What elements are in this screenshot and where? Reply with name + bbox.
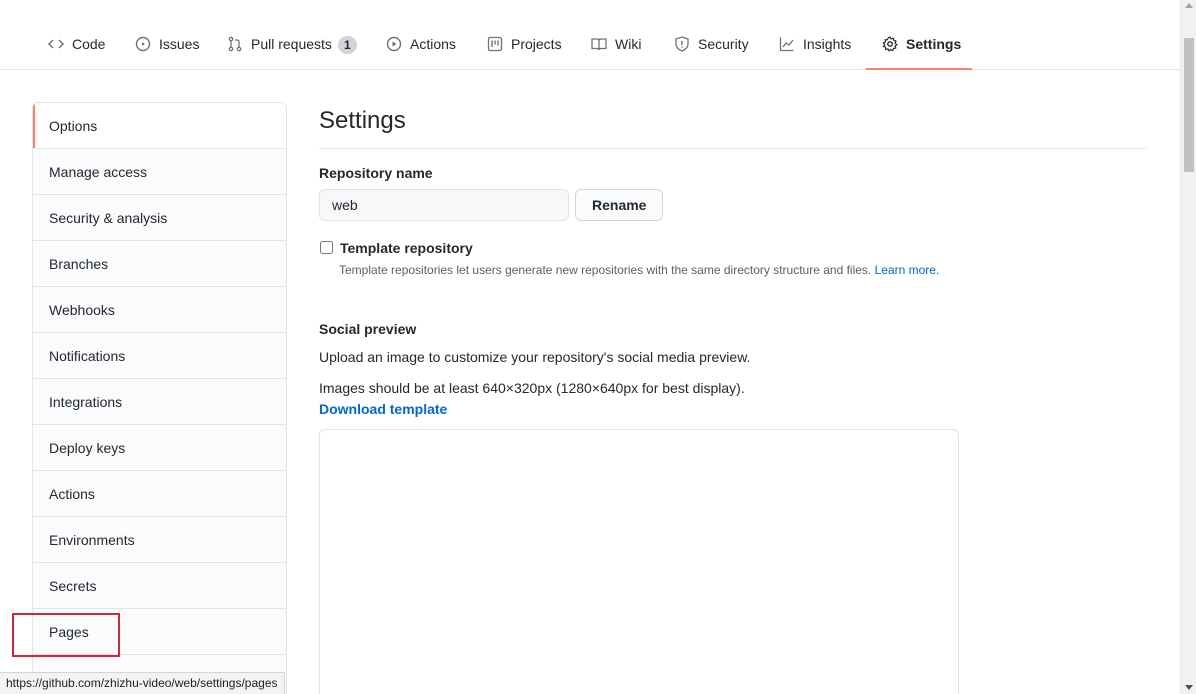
repository-name-label: Repository name xyxy=(319,165,433,181)
code-icon xyxy=(48,36,64,52)
page-title: Settings xyxy=(319,102,1147,149)
template-repository-label: Template repository xyxy=(340,240,473,256)
sidebar-item-environments[interactable]: Environments xyxy=(33,517,286,563)
social-preview-image-box[interactable] xyxy=(319,429,959,694)
tab-label: Pull requests xyxy=(251,36,332,52)
scroll-down-arrow-icon[interactable] xyxy=(1185,685,1193,690)
tab-actions[interactable]: Actions xyxy=(370,24,472,70)
sidebar-item-options[interactable]: Options xyxy=(33,103,286,149)
template-repository-row: Template repository xyxy=(319,239,1147,257)
sidebar-item-notifications[interactable]: Notifications xyxy=(33,333,286,379)
sidebar-item-webhooks[interactable]: Webhooks xyxy=(33,287,286,333)
sidebar-item-deploy-keys[interactable]: Deploy keys xyxy=(33,425,286,471)
tab-wiki[interactable]: Wiki xyxy=(575,24,657,70)
tab-label: Wiki xyxy=(615,36,642,52)
repository-name-row: Rename xyxy=(319,189,1147,221)
sidebar-item-actions[interactable]: Actions xyxy=(33,471,286,517)
scroll-up-arrow-icon[interactable] xyxy=(1185,3,1193,8)
repository-name-input[interactable] xyxy=(319,189,569,221)
tab-security[interactable]: Security xyxy=(658,24,765,70)
tab-insights[interactable]: Insights xyxy=(763,24,867,70)
graph-icon xyxy=(779,36,795,52)
social-preview-description: Upload an image to customize your reposi… xyxy=(319,349,751,365)
tab-label: Actions xyxy=(410,36,456,52)
tab-issues[interactable]: Issues xyxy=(119,24,215,70)
learn-more-link[interactable]: Learn more. xyxy=(875,263,940,277)
page-scrollbar[interactable] xyxy=(1180,0,1196,694)
rename-button[interactable]: Rename xyxy=(575,189,664,221)
tab-label: Insights xyxy=(803,36,852,52)
book-icon xyxy=(591,36,607,52)
project-icon xyxy=(487,36,503,52)
tab-label: Security xyxy=(698,36,749,52)
tab-label: Code xyxy=(72,36,106,52)
sidebar-item-manage-access[interactable]: Manage access xyxy=(33,149,286,195)
play-icon xyxy=(386,36,402,52)
tab-label: Issues xyxy=(159,36,200,52)
tab-projects[interactable]: Projects xyxy=(471,24,578,70)
sidebar-item-integrations[interactable]: Integrations xyxy=(33,379,286,425)
settings-sidebar-menu: Options Manage access Security & analysi… xyxy=(32,102,287,694)
pull-request-icon xyxy=(227,36,243,52)
settings-main: Settings Repository name Rename Template… xyxy=(319,102,1147,694)
browser-status-url: https://github.com/zhizhu-video/web/sett… xyxy=(0,672,285,694)
social-preview-section: Social preview Upload an image to custom… xyxy=(319,321,1147,694)
social-preview-label: Social preview xyxy=(319,321,417,337)
tab-code[interactable]: Code xyxy=(32,24,121,70)
tab-pull-requests[interactable]: Pull requests 1 xyxy=(211,24,373,70)
tab-label: Projects xyxy=(511,36,562,52)
sidebar-item-secrets[interactable]: Secrets xyxy=(33,563,286,609)
sidebar-item-pages[interactable]: Pages xyxy=(33,609,286,655)
gear-icon xyxy=(882,36,898,52)
social-preview-image-hint: Images should be at least 640×320px (128… xyxy=(319,380,745,396)
tab-label: Settings xyxy=(906,36,962,52)
pull-request-count-badge: 1 xyxy=(337,36,357,54)
download-template-link[interactable]: Download template xyxy=(319,399,1147,419)
shield-icon xyxy=(674,36,690,52)
scrollbar-thumb[interactable] xyxy=(1184,38,1194,172)
tab-settings[interactable]: Settings xyxy=(866,24,972,70)
template-repository-checkbox[interactable] xyxy=(320,241,333,254)
sidebar-item-security-analysis[interactable]: Security & analysis xyxy=(33,195,286,241)
repo-nav: Code Issues Pull requests 1 Actions Proj… xyxy=(0,0,1180,70)
sidebar-item-branches[interactable]: Branches xyxy=(33,241,286,287)
template-note-text: Template repositories let users generate… xyxy=(339,263,872,277)
issue-icon xyxy=(135,36,151,52)
template-repository-note: Template repositories let users generate… xyxy=(339,262,1147,278)
